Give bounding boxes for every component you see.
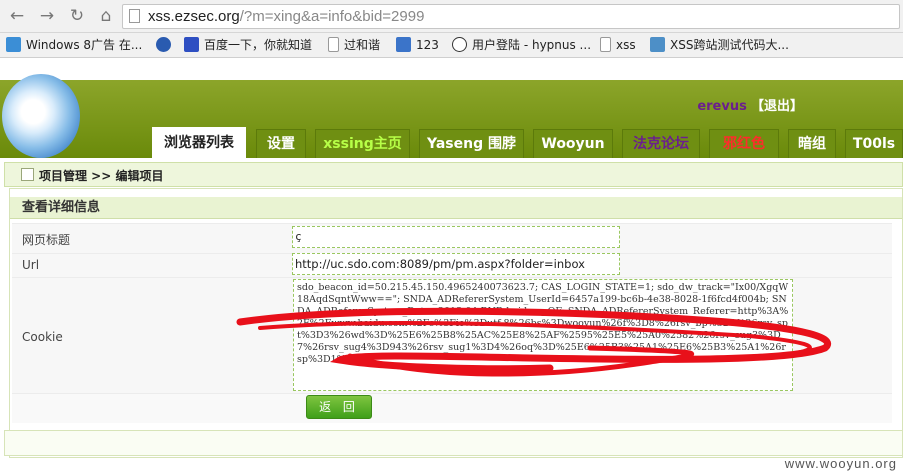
tab-wooyun[interactable]: Wooyun <box>533 129 613 158</box>
back-button[interactable]: 返 回 <box>306 395 372 419</box>
page-icon <box>129 9 140 23</box>
site-header: erevus 【退出】 浏览器列表 设置 xssing主页 Yaseng 围脖 … <box>0 58 903 158</box>
tab-xiehongse[interactable]: 邪红色 <box>709 129 779 158</box>
url-field[interactable]: http://uc.sdo.com:8089/pm/pm.aspx?folder… <box>292 253 620 275</box>
user-area: erevus 【退出】 <box>697 95 803 114</box>
page-icon <box>600 37 611 52</box>
tab-xssing-home[interactable]: xssing主页 <box>315 129 410 158</box>
tab-label: 设置 <box>267 136 295 152</box>
breadcrumb-text: 项目管理 >> 编辑项目 <box>39 169 164 183</box>
bookmark-xss-test[interactable]: XSS跨站测试代码大... <box>650 36 789 54</box>
home-icon[interactable]: ⌂ <box>95 5 117 27</box>
tab-label: 暗组 <box>798 136 826 152</box>
baidu-paw-icon <box>184 37 199 52</box>
username-link[interactable]: erevus <box>697 99 747 114</box>
bookmark-hypnus[interactable]: 用户登陆 - hypnus ... <box>452 36 591 54</box>
windows-icon <box>6 37 21 52</box>
bookmark-xss[interactable]: xss <box>600 36 636 54</box>
tab-anzu[interactable]: 暗组 <box>788 129 836 158</box>
bookmark-label: 百度一下，你就知道 <box>204 38 313 52</box>
bookmark-label: xss <box>616 38 636 52</box>
tab-label: xssing主页 <box>323 136 402 152</box>
row-label: Cookie <box>22 330 63 344</box>
tab-label: 浏览器列表 <box>164 135 234 151</box>
checkbox-icon[interactable] <box>21 168 34 181</box>
bookmark-label: 123 <box>416 38 439 52</box>
bookmark-windows8[interactable]: Windows 8广告 在... <box>6 36 142 54</box>
row-label: 网页标题 <box>22 233 71 247</box>
back-arrow-icon[interactable]: ← <box>6 5 28 27</box>
sun-logo-icon <box>2 74 80 158</box>
tab-settings[interactable]: 设置 <box>256 129 306 158</box>
tab-t00ls[interactable]: T00ls <box>845 129 903 158</box>
panel-title: 查看详细信息 <box>10 197 902 219</box>
tab-yaseng-weibo[interactable]: Yaseng 围脖 <box>419 129 524 158</box>
footer-bar <box>4 430 903 456</box>
swirl-icon <box>452 37 467 52</box>
logout-link[interactable]: 【退出】 <box>751 99 803 114</box>
bookmark-label: 用户登陆 - hypnus ... <box>472 38 592 52</box>
123-icon <box>396 37 411 52</box>
globe-icon <box>156 37 171 52</box>
image-icon <box>650 37 665 52</box>
header-top-strip <box>0 58 903 80</box>
bookmark-globe[interactable] <box>156 36 176 54</box>
page-icon <box>328 37 339 52</box>
tab-label: Yaseng 围脖 <box>427 136 516 152</box>
forward-arrow-icon[interactable]: → <box>36 5 58 27</box>
tab-fake-forum[interactable]: 法克论坛 <box>622 129 700 158</box>
cookie-textarea[interactable]: sdo_beacon_id=50.215.45.150.496524007362… <box>293 279 793 391</box>
table-row <box>12 393 892 423</box>
tab-label: 法克论坛 <box>633 136 689 152</box>
browser-toolbar: ← → ↻ ⌂ xss.ezsec.org/?m=xing&a=info&bid… <box>0 0 903 33</box>
page-title-field[interactable]: ç <box>292 226 620 248</box>
bookmark-guohexie[interactable]: 过和谐 <box>328 36 380 54</box>
breadcrumb: 项目管理 >> 编辑项目 <box>4 162 903 187</box>
tab-label: 邪红色 <box>723 136 765 152</box>
watermark: www.wooyun.org <box>784 456 897 471</box>
reload-icon[interactable]: ↻ <box>66 5 88 27</box>
bookmark-123[interactable]: 123 <box>396 36 439 54</box>
bookmarks-bar: Windows 8广告 在... 百度一下，你就知道 过和谐 123 用户登陆 … <box>0 33 903 58</box>
bookmark-baidu[interactable]: 百度一下，你就知道 <box>184 36 312 54</box>
url-text[interactable]: xss.ezsec.org/?m=xing&a=info&bid=2999 <box>148 8 424 25</box>
tab-label: T00ls <box>852 136 896 152</box>
address-bar[interactable]: xss.ezsec.org/?m=xing&a=info&bid=2999 <box>122 4 900 29</box>
bookmark-label: 过和谐 <box>344 38 381 52</box>
tab-label: Wooyun <box>541 136 605 152</box>
bookmark-label: XSS跨站测试代码大... <box>670 38 789 52</box>
url-host: xss.ezsec.org <box>148 8 240 25</box>
bookmark-label: Windows 8广告 在... <box>26 38 143 52</box>
tab-browser-list[interactable]: 浏览器列表 <box>152 127 246 158</box>
row-label: Url <box>22 258 40 272</box>
url-path: /?m=xing&a=info&bid=2999 <box>239 8 425 25</box>
